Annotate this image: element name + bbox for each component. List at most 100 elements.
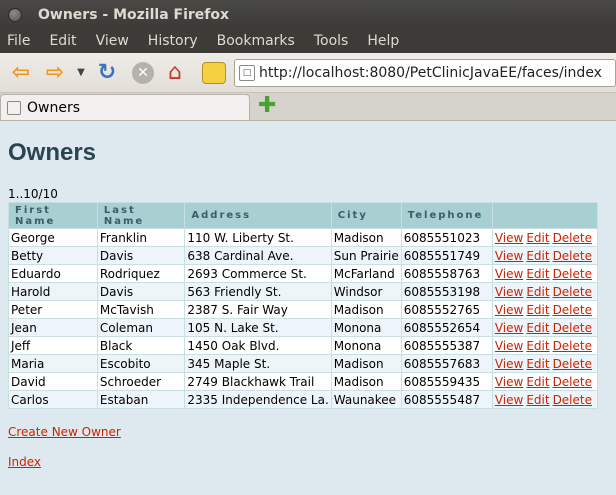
cell-last-name: Estaban xyxy=(96,390,186,409)
cell-city: Madison xyxy=(330,228,402,247)
view-link[interactable]: View xyxy=(495,303,523,317)
cell-actions: View Edit Delete xyxy=(491,228,599,247)
url-text[interactable]: http://localhost:8080/PetClinicJavaEE/fa… xyxy=(259,65,602,81)
url-bar[interactable]: □ http://localhost:8080/PetClinicJavaEE/… xyxy=(234,58,616,87)
view-link[interactable]: View xyxy=(495,339,523,353)
delete-link[interactable]: Delete xyxy=(553,267,592,281)
table-row: Peter McTavish 2387 S. Fair Way Madison 6085… xyxy=(8,300,599,319)
cell-address: 1450 Oak Blvd. xyxy=(184,336,332,355)
cell-address: 563 Friendly St. xyxy=(184,282,332,301)
cell-telephone: 6085551749 xyxy=(400,246,493,265)
cell-actions: View Edit Delete xyxy=(491,336,599,355)
view-link[interactable]: View xyxy=(495,249,523,263)
cell-first-name: David xyxy=(8,372,98,391)
tab-label: Owners xyxy=(27,99,81,116)
delete-link[interactable]: Delete xyxy=(553,249,592,263)
site-identity-icon[interactable]: □ xyxy=(239,64,255,81)
table-row: Betty Davis 638 Cardinal Ave. Sun Prairie 60… xyxy=(8,246,599,265)
view-link[interactable]: View xyxy=(495,231,523,245)
menu-bookmarks[interactable]: Bookmarks xyxy=(214,33,298,49)
menu-file[interactable]: File xyxy=(4,33,33,49)
edit-link[interactable]: Edit xyxy=(526,303,549,317)
stop-icon[interactable]: ✕ xyxy=(132,61,154,84)
view-link[interactable]: View xyxy=(495,393,523,407)
cell-first-name: Jeff xyxy=(8,336,98,355)
delete-link[interactable]: Delete xyxy=(553,339,592,353)
delete-link[interactable]: Delete xyxy=(553,303,592,317)
table-row: Jean Coleman 105 N. Lake St. Monona 60855526… xyxy=(8,318,599,337)
delete-link[interactable]: Delete xyxy=(553,231,592,245)
view-link[interactable]: View xyxy=(495,267,523,281)
column-header-first-name: First Name xyxy=(8,202,98,229)
cell-city: Madison xyxy=(330,372,402,391)
window-close-icon[interactable] xyxy=(8,7,22,22)
delete-link[interactable]: Delete xyxy=(553,321,592,335)
edit-link[interactable]: Edit xyxy=(526,249,549,263)
reload-icon[interactable]: ↻ xyxy=(92,59,122,87)
cell-telephone: 6085551023 xyxy=(400,228,493,247)
view-link[interactable]: View xyxy=(495,375,523,389)
forward-arrow-icon[interactable]: ⇨ xyxy=(40,59,70,87)
edit-link[interactable]: Edit xyxy=(526,231,549,245)
cell-actions: View Edit Delete xyxy=(491,318,599,337)
table-row: Maria Escobito 345 Maple St. Madison 6085557… xyxy=(8,354,599,373)
cell-telephone: 6085552765 xyxy=(400,300,493,319)
create-new-owner-link[interactable]: Create New Owner xyxy=(8,425,608,439)
edit-link[interactable]: Edit xyxy=(526,393,549,407)
table-header-row: First Name Last Name Address City Teleph… xyxy=(8,202,599,229)
edit-link[interactable]: Edit xyxy=(526,285,549,299)
cell-telephone: 6085555387 xyxy=(400,336,493,355)
cell-telephone: 6085553198 xyxy=(400,282,493,301)
cell-last-name: McTavish xyxy=(96,300,186,319)
cell-first-name: Betty xyxy=(8,246,98,265)
edit-link[interactable]: Edit xyxy=(526,357,549,371)
view-link[interactable]: View xyxy=(495,321,523,335)
tab-strip: Owners ✚ xyxy=(0,93,616,121)
cell-city: Monona xyxy=(330,336,402,355)
column-header-actions xyxy=(491,202,599,229)
cell-city: Windsor xyxy=(330,282,402,301)
page-icon xyxy=(7,100,21,115)
menu-edit[interactable]: Edit xyxy=(46,33,79,49)
index-link[interactable]: Index xyxy=(8,455,608,469)
cell-city: Waunakee xyxy=(330,390,402,409)
owners-table-body: George Franklin 110 W. Liberty St. Madison 6… xyxy=(8,228,599,409)
cell-last-name: Davis xyxy=(96,282,186,301)
cell-address: 105 N. Lake St. xyxy=(184,318,332,337)
cell-telephone: 6085552654 xyxy=(400,318,493,337)
cell-address: 345 Maple St. xyxy=(184,354,332,373)
cell-telephone: 6085558763 xyxy=(400,264,493,283)
addon-icon[interactable] xyxy=(202,61,226,84)
edit-link[interactable]: Edit xyxy=(526,375,549,389)
menu-view[interactable]: View xyxy=(93,33,132,49)
edit-link[interactable]: Edit xyxy=(526,267,549,281)
menu-tools[interactable]: Tools xyxy=(311,33,352,49)
edit-link[interactable]: Edit xyxy=(526,321,549,335)
cell-actions: View Edit Delete xyxy=(491,300,599,319)
page-title: Owners xyxy=(8,139,97,166)
tab-owners[interactable]: Owners xyxy=(0,94,250,120)
back-arrow-icon[interactable]: ⇦ xyxy=(6,59,36,87)
table-row: Eduardo Rodriquez 2693 Commerce St. McFarla… xyxy=(8,264,599,283)
edit-link[interactable]: Edit xyxy=(526,339,549,353)
new-tab-plus-icon[interactable]: ✚ xyxy=(258,93,276,118)
view-link[interactable]: View xyxy=(495,285,523,299)
table-row: Carlos Estaban 2335 Independence La. Waunak… xyxy=(8,390,599,409)
delete-link[interactable]: Delete xyxy=(553,285,592,299)
cell-actions: View Edit Delete xyxy=(491,264,599,283)
history-dropdown-icon[interactable]: ▼ xyxy=(74,59,88,87)
delete-link[interactable]: Delete xyxy=(553,357,592,371)
home-icon[interactable]: ⌂ xyxy=(160,59,190,87)
menu-help[interactable]: Help xyxy=(364,33,402,49)
menu-history[interactable]: History xyxy=(145,33,201,49)
cell-address: 2749 Blackhawk Trail xyxy=(184,372,332,391)
delete-link[interactable]: Delete xyxy=(553,375,592,389)
result-range: 1..10/10 xyxy=(8,187,58,201)
cell-last-name: Davis xyxy=(96,246,186,265)
cell-actions: View Edit Delete xyxy=(491,354,599,373)
delete-link[interactable]: Delete xyxy=(553,393,592,407)
view-link[interactable]: View xyxy=(495,357,523,371)
cell-telephone: 6085559435 xyxy=(400,372,493,391)
cell-city: Madison xyxy=(330,354,402,373)
cell-address: 2387 S. Fair Way xyxy=(184,300,332,319)
